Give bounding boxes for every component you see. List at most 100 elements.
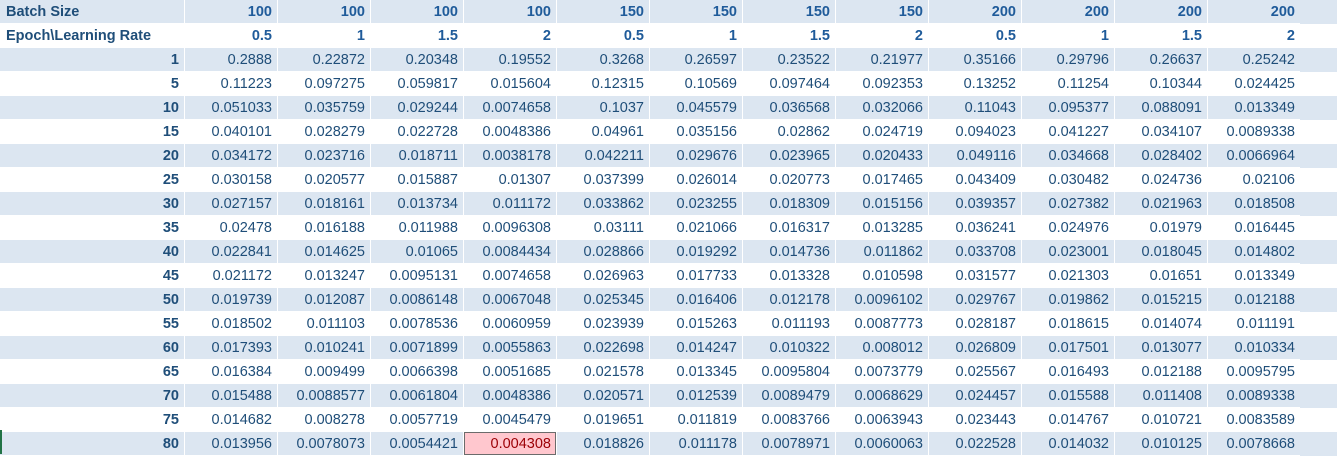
value-cell[interactable]: 0.028279 bbox=[278, 120, 371, 144]
epoch-cell[interactable]: 20 bbox=[0, 144, 185, 168]
batch-size-cell[interactable]: 100 bbox=[185, 0, 278, 24]
value-cell[interactable]: 0.017465 bbox=[836, 168, 929, 192]
value-cell[interactable]: 0.3268 bbox=[557, 48, 650, 72]
value-cell[interactable]: 0.033862 bbox=[557, 192, 650, 216]
value-cell[interactable]: 0.20348 bbox=[371, 48, 464, 72]
value-cell[interactable]: 0.008278 bbox=[278, 408, 371, 432]
value-cell[interactable]: 0.011103 bbox=[278, 312, 371, 336]
learning-rate-cell[interactable]: 0.5 bbox=[557, 24, 650, 48]
value-cell[interactable]: 0.016317 bbox=[743, 216, 836, 240]
value-cell[interactable]: 0.012087 bbox=[278, 288, 371, 312]
value-cell[interactable]: 0.011178 bbox=[650, 432, 743, 456]
value-cell[interactable]: 0.095377 bbox=[1022, 96, 1115, 120]
value-cell[interactable]: 0.028866 bbox=[557, 240, 650, 264]
value-cell[interactable]: 0.015887 bbox=[371, 168, 464, 192]
value-cell[interactable]: 0.022698 bbox=[557, 336, 650, 360]
value-cell[interactable]: 0.023939 bbox=[557, 312, 650, 336]
value-cell[interactable]: 0.0089338 bbox=[1208, 120, 1300, 144]
value-cell[interactable]: 0.0038178 bbox=[464, 144, 557, 168]
value-cell[interactable]: 0.0074658 bbox=[464, 264, 557, 288]
value-cell[interactable]: 0.016384 bbox=[185, 360, 278, 384]
value-cell[interactable]: 0.0095795 bbox=[1208, 360, 1300, 384]
epoch-cell[interactable]: 1 bbox=[0, 48, 185, 72]
value-cell[interactable]: 0.0060063 bbox=[836, 432, 929, 456]
epoch-cell[interactable]: 45 bbox=[0, 264, 185, 288]
learning-rate-cell[interactable]: 2 bbox=[836, 24, 929, 48]
value-cell[interactable]: 0.0061804 bbox=[371, 384, 464, 408]
learning-rate-cell[interactable]: 1.5 bbox=[743, 24, 836, 48]
value-cell[interactable]: 0.11043 bbox=[929, 96, 1022, 120]
value-cell[interactable]: 0.019651 bbox=[557, 408, 650, 432]
value-cell[interactable]: 0.01979 bbox=[1115, 216, 1208, 240]
value-cell[interactable]: 0.036241 bbox=[929, 216, 1022, 240]
value-cell[interactable]: 0.022528 bbox=[929, 432, 1022, 456]
value-cell[interactable]: 0.10569 bbox=[650, 72, 743, 96]
value-cell[interactable]: 0.013077 bbox=[1115, 336, 1208, 360]
value-cell[interactable]: 0.016406 bbox=[650, 288, 743, 312]
value-cell[interactable]: 0.023001 bbox=[1022, 240, 1115, 264]
value-cell[interactable]: 0.024736 bbox=[1115, 168, 1208, 192]
value-cell[interactable]: 0.043409 bbox=[929, 168, 1022, 192]
epoch-cell[interactable]: 75 bbox=[0, 408, 185, 432]
value-cell[interactable]: 0.035156 bbox=[650, 120, 743, 144]
epoch-cell[interactable]: 60 bbox=[0, 336, 185, 360]
value-cell[interactable]: 0.0084434 bbox=[464, 240, 557, 264]
learning-rate-cell[interactable]: 1.5 bbox=[1115, 24, 1208, 48]
value-cell[interactable]: 0.0087773 bbox=[836, 312, 929, 336]
value-cell[interactable]: 0.12315 bbox=[557, 72, 650, 96]
batch-size-cell[interactable]: 200 bbox=[929, 0, 1022, 24]
value-cell[interactable]: 0.009499 bbox=[278, 360, 371, 384]
value-cell[interactable]: 0.015215 bbox=[1115, 288, 1208, 312]
value-cell[interactable]: 0.011191 bbox=[1208, 312, 1300, 336]
value-cell[interactable]: 0.020773 bbox=[743, 168, 836, 192]
batch-size-cell[interactable]: 200 bbox=[1115, 0, 1208, 24]
value-cell[interactable]: 0.018309 bbox=[743, 192, 836, 216]
value-cell[interactable]: 0.22872 bbox=[278, 48, 371, 72]
value-cell[interactable]: 0.013345 bbox=[650, 360, 743, 384]
value-cell[interactable]: 0.010721 bbox=[1115, 408, 1208, 432]
learning-rate-cell[interactable]: 0.5 bbox=[185, 24, 278, 48]
value-cell[interactable]: 0.0045479 bbox=[464, 408, 557, 432]
batch-size-cell[interactable]: 200 bbox=[1022, 0, 1115, 24]
value-cell[interactable]: 0.0096308 bbox=[464, 216, 557, 240]
value-cell[interactable]: 0.097275 bbox=[278, 72, 371, 96]
value-cell[interactable]: 0.018711 bbox=[371, 144, 464, 168]
value-cell[interactable]: 0.024976 bbox=[1022, 216, 1115, 240]
value-cell[interactable]: 0.011172 bbox=[464, 192, 557, 216]
batch-size-cell[interactable]: 150 bbox=[557, 0, 650, 24]
value-cell[interactable]: 0.018502 bbox=[185, 312, 278, 336]
value-cell[interactable]: 0.027157 bbox=[185, 192, 278, 216]
epoch-cell[interactable]: 55 bbox=[0, 312, 185, 336]
value-cell[interactable]: 0.034107 bbox=[1115, 120, 1208, 144]
value-cell[interactable]: 0.018615 bbox=[1022, 312, 1115, 336]
value-cell[interactable]: 0.023443 bbox=[929, 408, 1022, 432]
value-cell[interactable]: 0.013285 bbox=[836, 216, 929, 240]
epoch-cell[interactable]: 65 bbox=[0, 360, 185, 384]
value-cell[interactable]: 0.2888 bbox=[185, 48, 278, 72]
value-cell[interactable]: 0.029767 bbox=[929, 288, 1022, 312]
highlighted-min-value-cell[interactable]: 0.004308 bbox=[464, 432, 557, 456]
learning-rate-cell[interactable]: 1.5 bbox=[371, 24, 464, 48]
value-cell[interactable]: 0.029244 bbox=[371, 96, 464, 120]
value-cell[interactable]: 0.013247 bbox=[278, 264, 371, 288]
value-cell[interactable]: 0.26637 bbox=[1115, 48, 1208, 72]
value-cell[interactable]: 0.034668 bbox=[1022, 144, 1115, 168]
value-cell[interactable]: 0.018161 bbox=[278, 192, 371, 216]
epoch-cell[interactable]: 35 bbox=[0, 216, 185, 240]
value-cell[interactable]: 0.014767 bbox=[1022, 408, 1115, 432]
batch-size-label[interactable]: Batch Size bbox=[0, 0, 185, 24]
value-cell[interactable]: 0.010322 bbox=[743, 336, 836, 360]
value-cell[interactable]: 0.030158 bbox=[185, 168, 278, 192]
value-cell[interactable]: 0.0078971 bbox=[743, 432, 836, 456]
value-cell[interactable]: 0.0078668 bbox=[1208, 432, 1300, 456]
value-cell[interactable]: 0.010598 bbox=[836, 264, 929, 288]
value-cell[interactable]: 0.039357 bbox=[929, 192, 1022, 216]
value-cell[interactable]: 0.0073779 bbox=[836, 360, 929, 384]
value-cell[interactable]: 0.021303 bbox=[1022, 264, 1115, 288]
value-cell[interactable]: 0.0060959 bbox=[464, 312, 557, 336]
value-cell[interactable]: 0.017393 bbox=[185, 336, 278, 360]
value-cell[interactable]: 0.0066964 bbox=[1208, 144, 1300, 168]
value-cell[interactable]: 0.11254 bbox=[1022, 72, 1115, 96]
value-cell[interactable]: 0.1037 bbox=[557, 96, 650, 120]
value-cell[interactable]: 0.13252 bbox=[929, 72, 1022, 96]
